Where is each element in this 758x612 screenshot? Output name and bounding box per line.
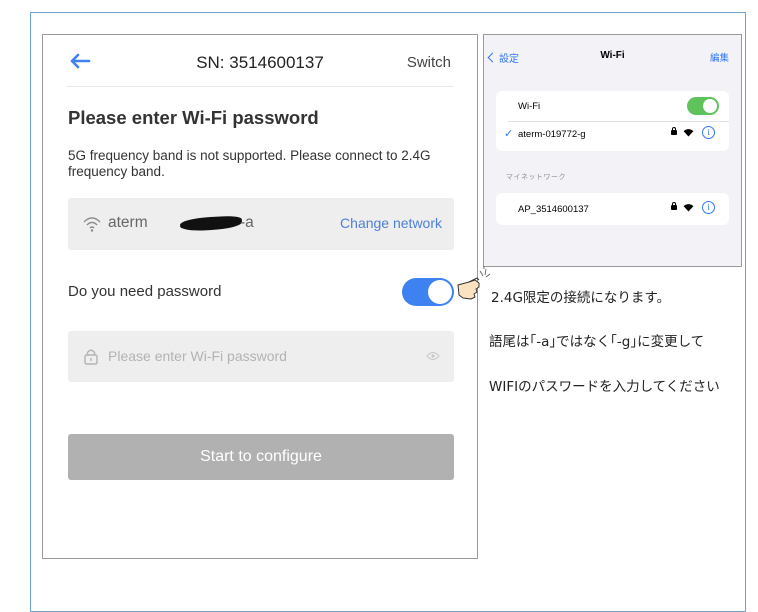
ios-connected-network[interactable]: aterm-019772-g xyxy=(518,129,586,140)
network-name-suffix: -a xyxy=(240,214,254,231)
ios-wifi-label: Wi-Fi xyxy=(518,101,541,112)
toggle-knob xyxy=(428,280,452,304)
ios-wifi-settings: 設定 Wi-Fi 編集 Wi-Fi ✓ aterm-019772-g i マイネ… xyxy=(483,34,742,267)
toggle-knob xyxy=(703,99,717,113)
selected-network-row: aterm -a Change network xyxy=(68,198,454,250)
wifi-icon xyxy=(683,129,694,137)
ios-status-icons: i xyxy=(671,126,719,140)
info-icon[interactable]: i xyxy=(702,126,715,139)
lock-icon xyxy=(671,127,677,135)
frequency-notice: 5G frequency band is not supported. Plea… xyxy=(68,148,431,179)
start-configure-button[interactable]: Start to configure xyxy=(68,434,454,480)
ios-edit-button[interactable]: 編集 xyxy=(710,50,729,64)
password-question-label: Do you need password xyxy=(68,283,222,300)
annotation-note-2: 語尾は｢-a｣ではなく｢-g｣に変更して xyxy=(489,334,705,350)
wifi-setup-screen: SN: 3514600137 Switch Please enter Wi-Fi… xyxy=(42,34,478,559)
password-toggle[interactable] xyxy=(402,278,454,306)
password-input[interactable] xyxy=(108,345,408,367)
divider xyxy=(508,121,729,122)
annotation-note-3: WIFIのパスワードを入力してください xyxy=(489,379,720,395)
lock-icon xyxy=(84,349,98,365)
network-name: aterm xyxy=(108,214,148,231)
wifi-icon xyxy=(83,217,101,232)
page-title: Please enter Wi-Fi password xyxy=(68,107,319,128)
switch-button[interactable]: Switch xyxy=(407,54,451,71)
password-field xyxy=(68,331,454,382)
ios-status-icons: i xyxy=(671,201,719,215)
annotation-note-1: 2.4G限定の接続になります。 xyxy=(491,290,671,306)
eye-icon[interactable] xyxy=(426,351,440,361)
lock-icon xyxy=(671,202,677,210)
redaction-mark xyxy=(179,215,243,232)
ios-my-network-card: AP_3514600137 i xyxy=(496,193,729,225)
checkmark-icon: ✓ xyxy=(504,128,514,140)
ios-saved-network[interactable]: AP_3514600137 xyxy=(518,204,589,215)
ios-wifi-toggle[interactable] xyxy=(687,97,719,115)
top-bar: SN: 3514600137 Switch xyxy=(43,35,477,87)
wifi-icon xyxy=(683,204,694,212)
pointing-hand-icon xyxy=(457,266,491,300)
ios-page-title: Wi-Fi xyxy=(600,50,625,61)
ios-section-label: マイネットワーク xyxy=(506,174,566,181)
change-network-link[interactable]: Change network xyxy=(340,215,442,231)
ios-wifi-card: Wi-Fi ✓ aterm-019772-g i xyxy=(496,91,729,151)
divider xyxy=(67,86,453,87)
info-icon[interactable]: i xyxy=(702,201,715,214)
